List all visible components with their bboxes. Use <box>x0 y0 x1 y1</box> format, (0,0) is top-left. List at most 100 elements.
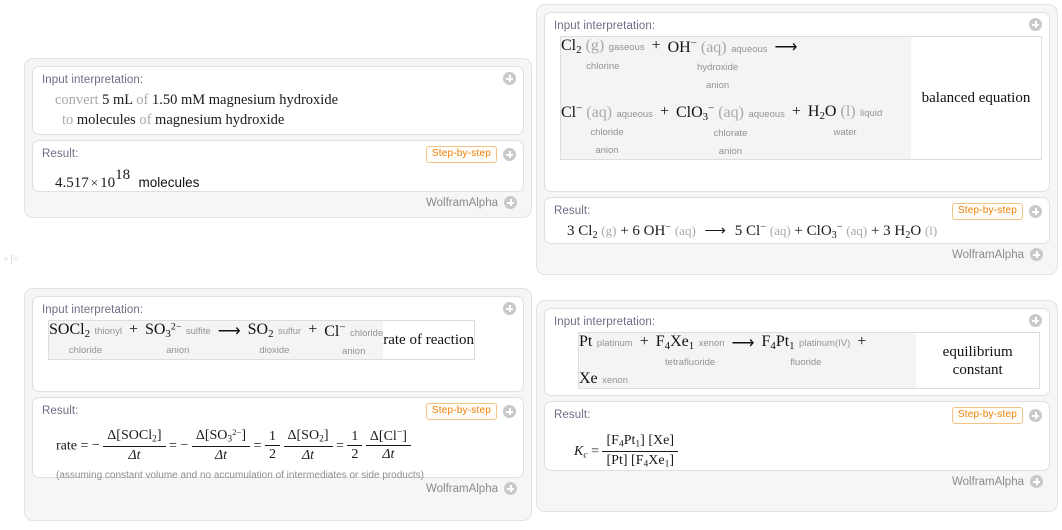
term-cl2: 3 Cl2 (g) <box>567 223 617 241</box>
pod-title-input-interpretation: Input interpretation: <box>42 74 144 86</box>
plus-circle-icon[interactable] <box>503 302 516 315</box>
rate-term-4: 12 Δ[Cl−] Δt <box>347 428 411 462</box>
equals-sign: = <box>336 438 344 454</box>
row-label-cell: equilibrium constant <box>916 332 1040 389</box>
conc-ptf4: [F4Pt1] <box>606 433 645 450</box>
species-oh: OH− (aq) aqueous hydroxide anion <box>667 37 768 91</box>
row-label: balanced equation <box>921 90 1031 107</box>
reaction-arrow: ⟶ <box>731 335 755 352</box>
equals-sign: = <box>253 438 262 454</box>
products-row: Cl− (aq) aqueous chloride anion + ClO3− … <box>561 103 911 160</box>
panel-footer: WolframAlpha <box>544 244 1050 262</box>
pod-tools: Step-by-step <box>951 407 1042 424</box>
conc-xef4: [F4Xe1] <box>631 453 675 470</box>
pod-tools: Step-by-step <box>425 146 516 163</box>
brand-label: WolframAlpha <box>951 248 1024 261</box>
plus-operator: + <box>639 333 649 350</box>
result-pod: Result: Step-by-step 3 Cl2 (g) + 6 OH− (… <box>544 197 1050 244</box>
step-by-step-button[interactable]: Step-by-step <box>951 407 1023 424</box>
plus-operator: + <box>128 321 138 338</box>
species-chloride: Cl− chloride anion <box>324 321 384 357</box>
pod-tools <box>1029 314 1042 327</box>
pod-tools: Step-by-step <box>425 403 516 420</box>
input-interpretation-pod: Input interpretation: Pt platinum + F4Xe… <box>544 308 1050 396</box>
plus-operator: + <box>794 223 803 239</box>
plus-circle-icon[interactable] <box>1029 314 1042 327</box>
row-label-cell: rate of reaction <box>383 320 475 360</box>
conversion-query-line2: to molecules of magnesium hydroxide <box>62 112 285 128</box>
plus-operator: + <box>651 37 661 54</box>
notebook-cell-marker: ]= <box>4 253 19 265</box>
row-label: rate of reaction <box>383 331 475 348</box>
plus-operator: + <box>870 223 880 239</box>
pod-tools: Step-by-step <box>951 203 1042 220</box>
plus-circle-icon[interactable] <box>504 196 517 209</box>
step-by-step-button[interactable]: Step-by-step <box>425 403 497 420</box>
plus-circle-icon[interactable] <box>1030 248 1043 261</box>
reaction-arrow: ⟶ <box>217 323 241 340</box>
table-row: Pt platinum + F4Xe1 xenon tetrafluoride … <box>578 332 1040 389</box>
plus-circle-icon[interactable] <box>503 72 516 85</box>
reactants-row: Cl2 (g) gaseous chlorine + OH− (aq) aque… <box>561 37 911 93</box>
plus-circle-icon[interactable] <box>1029 205 1042 218</box>
rate-of-reaction-panel: Input interpretation: SOCl2 thionyl chlo… <box>24 288 532 521</box>
rate-lhs: rate <box>56 438 77 454</box>
plus-operator: + <box>791 102 801 120</box>
conc-xe: [Xe] <box>648 433 675 448</box>
rate-term-3: 12 Δ[SO2] Δt <box>265 428 333 463</box>
plus-circle-icon[interactable] <box>503 405 516 418</box>
pod-title-input-interpretation: Input interpretation: <box>554 20 656 32</box>
species-water: H2O (l) liquid water <box>807 102 883 138</box>
species-chlorate: ClO3− (aq) aqueous chlorate anion <box>675 102 785 158</box>
species-pt: Pt platinum <box>579 333 633 350</box>
reaction-table: Pt platinum + F4Xe1 xenon tetrafluoride … <box>578 332 1040 390</box>
input-interpretation-pod: Input interpretation: convert 5 mL of 1.… <box>32 66 524 135</box>
kc-numerator: [F4Pt1] [Xe] <box>602 432 679 453</box>
result-pod: Result: Step-by-step Kc = [F4Pt1] [Xe] [… <box>544 401 1050 471</box>
plus-circle-icon[interactable] <box>1030 475 1043 488</box>
kc-symbol: Kc <box>574 443 588 461</box>
equilibrium-constant-panel: Input interpretation: Pt platinum + F4Xe… <box>536 300 1058 512</box>
plus-operator: + <box>659 102 669 120</box>
plus-circle-icon[interactable] <box>503 148 516 161</box>
kc-denominator: [Pt] [F4Xe1] <box>602 452 678 471</box>
reaction-table: Cl2 (g) gaseous chlorine + OH− (aq) aque… <box>560 36 1042 161</box>
row-label: equilibrium constant <box>942 343 1013 378</box>
equals-sign: = <box>80 438 89 454</box>
species-socl2: SOCl2 thionyl chloride <box>49 321 122 357</box>
conc-pt: [Pt] <box>606 453 628 469</box>
balanced-equation-panel: Input interpretation: Cl2 (g) gaseous ch… <box>536 4 1058 275</box>
brand-label: WolframAlpha <box>425 196 498 209</box>
species-xe: Xe xenon <box>579 370 628 388</box>
species-sulfite: SO32− sulfite anion <box>144 321 211 357</box>
plus-circle-icon[interactable] <box>504 482 517 495</box>
reaction-arrow: ⟶ <box>704 223 727 239</box>
rate-equation: rate = − Δ[SOCl2] Δt = − Δ[SO32−] Δt = 12 … <box>42 421 514 465</box>
plus-circle-icon[interactable] <box>1029 409 1042 422</box>
step-by-step-button[interactable]: Step-by-step <box>425 146 497 163</box>
brand-label: WolframAlpha <box>425 482 498 495</box>
rate-term-1: − Δ[SOCl2] Δt <box>92 428 166 463</box>
input-interpretation-pod: Input interpretation: Cl2 (g) gaseous ch… <box>544 12 1050 192</box>
conversion-result: 4.517 × 1018 molecules <box>55 167 200 191</box>
term-chlorate: ClO3− (aq) <box>806 221 868 241</box>
term-oh: 6 OH− (aq) <box>632 221 696 239</box>
reaction-equation-cell: SOCl2 thionyl chloride + SO32− sulfite a… <box>48 320 384 360</box>
conversion-query: convert 5 mL of 1.50 mM magnesium hydrox… <box>42 90 514 130</box>
result-pod: Result: Step-by-step 4.517 × 1018 molecule… <box>32 140 524 192</box>
panel-footer: WolframAlpha <box>544 471 1050 489</box>
species-cl2: Cl2 (g) gaseous chlorine <box>561 37 645 73</box>
table-row: Cl2 (g) gaseous chlorine + OH− (aq) aque… <box>560 36 1042 160</box>
brand-label: WolframAlpha <box>951 475 1024 488</box>
step-by-step-button[interactable]: Step-by-step <box>951 203 1023 220</box>
plus-operator: + <box>308 321 318 338</box>
panel-footer: WolframAlpha <box>32 192 524 210</box>
table-row: SOCl2 thionyl chloride + SO32− sulfite a… <box>48 320 475 360</box>
reaction-equation-cell: Pt platinum + F4Xe1 xenon tetrafluoride … <box>578 332 917 389</box>
term-water: 3 H2O (l) <box>883 223 938 241</box>
plus-circle-icon[interactable] <box>1029 18 1042 31</box>
pod-title-input-interpretation: Input interpretation: <box>42 304 144 316</box>
equals-sign: = <box>591 443 599 459</box>
pod-tools <box>503 72 516 85</box>
plus-operator: + <box>857 333 867 350</box>
